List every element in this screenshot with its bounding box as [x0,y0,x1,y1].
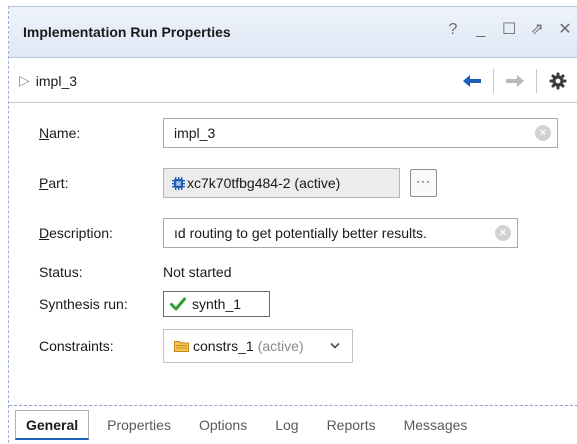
gear-icon [549,72,567,90]
tab-general[interactable]: General [15,410,90,440]
synthesis-run-field[interactable]: synth_1 [163,291,270,317]
tab-reports[interactable]: Reports [317,410,386,440]
toolbar-divider [536,69,537,93]
part-value: xc7k70tfbg484-2 (active) [187,175,341,191]
clear-name-icon[interactable]: × [535,125,551,141]
arrow-left-icon [463,75,481,87]
forward-button[interactable] [503,69,527,93]
check-icon [170,297,186,311]
tab-properties[interactable]: Properties [97,410,181,440]
tab-bar: General Properties Options Log Reports M… [9,405,577,444]
part-field: xc7k70tfbg484-2 (active) [163,168,400,198]
folder-icon [174,341,189,352]
status-label: Status: [39,264,83,280]
tab-messages[interactable]: Messages [394,410,478,440]
back-button[interactable] [460,69,484,93]
constraints-label: Constraints: [39,338,114,354]
name-input[interactable]: impl_3 × [163,118,558,148]
window-controls: ? _ ☐ ⇗ ✕ [446,22,572,38]
toolbar: ▷ impl_3 [9,59,577,103]
general-form: Name: impl_3 × Part: xc7k70tfbg484-2 (ac… [9,103,577,399]
float-icon[interactable]: ⇗ [530,22,544,38]
navigation [460,69,570,93]
help-icon[interactable]: ? [446,22,460,38]
constraints-suffix: (active) [257,338,304,354]
constraints-value: constrs_1 [193,338,254,354]
run-name: impl_3 [35,72,78,89]
tab-options[interactable]: Options [189,410,257,440]
chevron-down-icon [330,342,340,349]
constraints-select[interactable]: constrs_1 (active) [163,329,353,363]
panel-title: Implementation Run Properties [23,24,231,40]
description-value: ıd routing to get potentially better res… [174,225,427,241]
maximize-icon[interactable]: ☐ [502,22,516,38]
clear-description-icon[interactable]: × [495,225,511,241]
arrow-right-icon [506,75,524,87]
synthesis-run-label: Synthesis run: [39,296,128,312]
description-input[interactable]: ıd routing to get potentially better res… [163,218,518,248]
synthesis-run-value: synth_1 [192,296,242,312]
choose-part-button[interactable]: ··· [410,169,437,197]
run-properties-panel: Implementation Run Properties ? _ ☐ ⇗ ✕ … [8,6,577,444]
name-label: Name: [39,125,81,141]
triangle-right-icon[interactable]: ▷ [19,72,30,89]
close-icon[interactable]: ✕ [558,22,572,38]
minimize-icon[interactable]: _ [474,22,488,38]
description-label: Description: [39,225,113,241]
chip-icon [172,176,185,190]
name-value: impl_3 [174,125,216,141]
tab-log[interactable]: Log [265,410,308,440]
part-label: Part: [39,175,69,191]
toolbar-divider [493,69,494,93]
title-bar: Implementation Run Properties ? _ ☐ ⇗ ✕ [9,7,577,58]
settings-button[interactable] [546,69,570,93]
status-value: Not started [163,264,232,280]
